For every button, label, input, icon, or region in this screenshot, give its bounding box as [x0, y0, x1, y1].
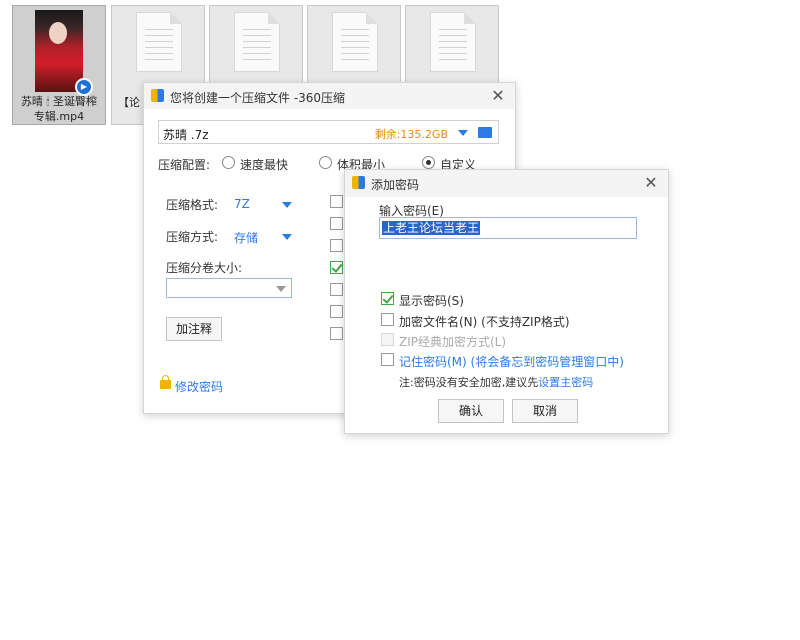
dialog-title: 添加密码: [371, 178, 420, 192]
set-master-password-link[interactable]: 设置主密码: [538, 376, 593, 389]
cancel-button[interactable]: 取消: [512, 399, 578, 423]
file-name: 苏晴 🕯 圣诞臀榨 专辑.mp4: [20, 95, 98, 123]
password-input[interactable]: 上老王论坛当老王: [379, 217, 637, 239]
remember-password-label[interactable]: 记住密码(M) (将会备忘到密码管理窗口中): [399, 353, 624, 370]
document-icon: [430, 12, 476, 72]
password-value: 上老王论坛当老王: [382, 221, 481, 235]
radio-speed-fastest[interactable]: [222, 156, 235, 169]
video-thumbnail: [35, 10, 83, 92]
encrypt-filenames-label: 加密文件名(N) (不支持ZIP格式): [399, 315, 570, 329]
format-select[interactable]: 7Z: [234, 197, 250, 211]
360-zip-icon: [151, 89, 164, 102]
lock-icon: [160, 375, 171, 389]
option-checkbox[interactable]: [330, 261, 343, 274]
free-space-label: 剩余:135.2GB: [374, 128, 448, 141]
chevron-down-icon[interactable]: [282, 202, 292, 208]
output-path-field[interactable]: 苏晴 .7z 剩余:135.2GB: [158, 120, 499, 144]
dialog-title: 您将创建一个压缩文件 -360压缩: [170, 91, 346, 105]
file-name: 【论: [118, 96, 140, 109]
zip-classic-checkbox: [381, 333, 394, 346]
360-zip-icon: [352, 176, 365, 189]
split-label: 压缩分卷大小:: [166, 261, 243, 275]
dialog-titlebar[interactable]: 添加密码 ✕: [345, 170, 668, 197]
config-label: 压缩配置:: [158, 158, 211, 172]
chevron-down-icon[interactable]: [282, 234, 292, 240]
method-select[interactable]: 存储: [234, 229, 258, 246]
document-icon: [332, 12, 378, 72]
folder-icon[interactable]: [478, 127, 492, 138]
format-label: 压缩格式:: [166, 198, 219, 212]
radio-custom[interactable]: [422, 156, 435, 169]
security-note: 注:密码没有安全加密,建议先设置主密码: [399, 376, 594, 389]
radio-label: 速度最快: [240, 158, 289, 172]
option-checkbox[interactable]: [330, 239, 343, 252]
zip-classic-label: ZIP经典加密方式(L): [399, 335, 507, 349]
option-checkbox[interactable]: [330, 283, 343, 296]
option-checkbox[interactable]: [330, 327, 343, 340]
split-size-combo[interactable]: [166, 278, 292, 298]
option-checkbox[interactable]: [330, 217, 343, 230]
close-icon[interactable]: ✕: [489, 87, 507, 105]
method-label: 压缩方式:: [166, 230, 219, 244]
ok-button[interactable]: 确认: [438, 399, 504, 423]
add-comment-button[interactable]: 加注释: [166, 317, 222, 341]
show-password-checkbox[interactable]: [381, 292, 394, 305]
chevron-down-icon[interactable]: [276, 286, 286, 292]
dialog-titlebar[interactable]: 您将创建一个压缩文件 -360压缩 ✕: [144, 83, 515, 109]
option-checkbox[interactable]: [330, 305, 343, 318]
output-path-text: 苏晴 .7z: [163, 128, 209, 142]
remember-password-checkbox[interactable]: [381, 353, 394, 366]
encrypt-filenames-checkbox[interactable]: [381, 313, 394, 326]
add-password-dialog: 添加密码 ✕ 输入密码(E) 上老王论坛当老王 显示密码(S) 加密文件名(N)…: [344, 169, 669, 434]
document-icon: [136, 12, 182, 72]
option-checkbox[interactable]: [330, 195, 343, 208]
change-password-link[interactable]: 修改密码: [175, 378, 223, 395]
file-tile-video[interactable]: ▶ 苏晴 🕯 圣诞臀榨 专辑.mp4: [12, 5, 106, 125]
chevron-down-icon[interactable]: [458, 130, 468, 136]
show-password-label: 显示密码(S): [399, 294, 464, 308]
radio-size-smallest[interactable]: [319, 156, 332, 169]
document-icon: [234, 12, 280, 72]
close-icon[interactable]: ✕: [642, 174, 660, 192]
